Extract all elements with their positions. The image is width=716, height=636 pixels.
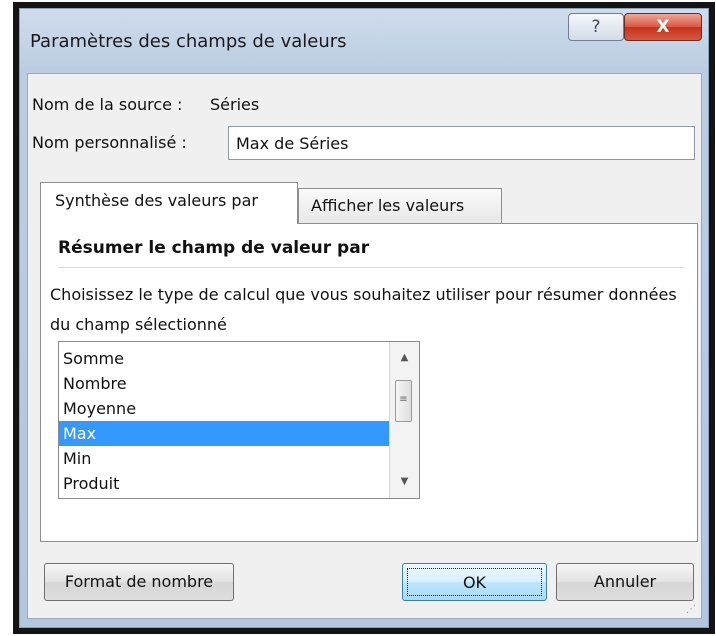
cancel-button[interactable]: Annuler	[556, 563, 694, 601]
resize-grip-icon[interactable]: ⋰	[686, 604, 698, 616]
close-button[interactable]: X	[624, 13, 702, 41]
list-item-min[interactable]: Min	[59, 446, 389, 471]
dialog-title: Paramètres des champs de valeurs	[30, 31, 347, 52]
calc-type-listbox[interactable]: Somme Nombre Moyenne Max Min Produit ▲ ≡…	[58, 341, 420, 499]
tab-panel: Résumer le champ de valeur par Choisisse…	[40, 223, 698, 542]
scroll-thumb[interactable]: ≡	[395, 380, 412, 422]
tab-summarize-by[interactable]: Synthèse des valeurs par	[40, 182, 298, 224]
scroll-up-icon[interactable]: ▲	[390, 344, 419, 372]
list-item-moyenne[interactable]: Moyenne	[59, 396, 389, 421]
section-divider	[58, 267, 684, 268]
section-title: Résumer le champ de valeur par	[58, 238, 370, 258]
help-button[interactable]: ?	[568, 13, 624, 41]
list-item-nombre[interactable]: Nombre	[59, 371, 389, 396]
scroll-down-icon[interactable]: ▼	[390, 468, 419, 496]
custom-name-input[interactable]	[228, 126, 695, 160]
ok-button[interactable]: OK	[402, 563, 547, 601]
list-scrollbar[interactable]: ▲ ≡ ▼	[389, 342, 419, 498]
list-item-max[interactable]: Max	[59, 421, 389, 446]
list-item-somme[interactable]: Somme	[59, 346, 389, 371]
dialog-window: Paramètres des champs de valeurs ? X Nom…	[19, 8, 709, 628]
source-name-value: Séries	[210, 95, 260, 114]
number-format-button[interactable]: Format de nombre	[44, 563, 234, 601]
calc-description: Choisissez le type de calcul que vous so…	[50, 285, 677, 334]
ok-button-label: OK	[407, 568, 542, 596]
list-item-produit[interactable]: Produit	[59, 471, 389, 496]
tab-show-values[interactable]: Afficher les valeurs	[298, 188, 502, 226]
source-name-label: Nom de la source :	[32, 95, 183, 114]
dialog-body: Nom de la source : Séries Nom personnali…	[27, 73, 702, 619]
custom-name-label: Nom personnalisé :	[32, 133, 187, 152]
